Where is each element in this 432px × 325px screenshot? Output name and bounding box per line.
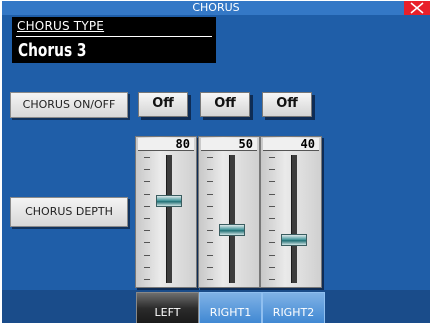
fader-tick bbox=[269, 193, 275, 195]
fader-tick bbox=[269, 169, 275, 171]
chorus-screen: CHORUS CHORUS TYPE Chorus 3 CHORUS ON/OF… bbox=[2, 1, 430, 323]
fader-tick bbox=[207, 181, 213, 183]
title-bar: CHORUS bbox=[2, 1, 430, 15]
fader-tick bbox=[207, 230, 213, 232]
fader-tick bbox=[207, 193, 213, 195]
depth-fader-right1[interactable]: 50 bbox=[198, 136, 260, 288]
fader-tick bbox=[269, 181, 275, 183]
chorus-onoff-label-button[interactable]: CHORUS ON/OFF bbox=[10, 92, 128, 118]
fader-value-left: 80 bbox=[138, 138, 194, 151]
chorus-type-box[interactable]: CHORUS TYPE Chorus 3 bbox=[12, 17, 216, 63]
fader-tick bbox=[144, 242, 150, 244]
fader-tick bbox=[207, 266, 213, 268]
fader-tick bbox=[269, 254, 275, 256]
fader-slot bbox=[166, 155, 172, 283]
fader-tick bbox=[269, 279, 275, 280]
fader-knob-right1[interactable] bbox=[219, 223, 245, 236]
fader-tick bbox=[269, 157, 275, 158]
chorus-onoff-left-button[interactable]: Off bbox=[138, 92, 188, 117]
chorus-type-divider bbox=[16, 36, 212, 37]
fader-tick bbox=[144, 230, 150, 232]
fader-slot bbox=[291, 155, 297, 283]
tab-right1[interactable]: RIGHT1 bbox=[199, 292, 262, 323]
tab-right2[interactable]: RIGHT2 bbox=[262, 292, 325, 323]
fader-value-right1: 50 bbox=[201, 138, 257, 151]
fader-tick bbox=[269, 205, 275, 207]
fader-knob-left[interactable] bbox=[156, 195, 182, 208]
fader-value-right2: 40 bbox=[263, 138, 319, 151]
fader-tick bbox=[144, 193, 150, 195]
tab-left[interactable]: LEFT bbox=[136, 292, 199, 323]
fader-tick bbox=[144, 279, 150, 280]
fader-tick bbox=[144, 181, 150, 183]
fader-tick bbox=[144, 254, 150, 256]
depth-fader-left[interactable]: 80 bbox=[135, 136, 197, 288]
fader-tick bbox=[207, 242, 213, 244]
fader-tick bbox=[144, 157, 150, 158]
fader-slot bbox=[229, 155, 235, 283]
chorus-onoff-right2-button[interactable]: Off bbox=[262, 92, 312, 117]
chorus-onoff-right1-button[interactable]: Off bbox=[200, 92, 250, 117]
chorus-type-value: Chorus 3 bbox=[18, 40, 87, 61]
fader-tick bbox=[269, 218, 275, 219]
fader-tick bbox=[144, 205, 150, 207]
fader-tick bbox=[269, 266, 275, 268]
fader-tick bbox=[144, 266, 150, 268]
fader-tick bbox=[144, 218, 150, 219]
depth-fader-right2[interactable]: 40 bbox=[260, 136, 322, 288]
chorus-type-label: CHORUS TYPE bbox=[17, 19, 105, 33]
fader-tick bbox=[144, 169, 150, 171]
fader-tick bbox=[207, 218, 213, 219]
close-button[interactable] bbox=[404, 1, 430, 15]
fader-tick bbox=[269, 230, 275, 232]
window-title: CHORUS bbox=[192, 1, 240, 14]
fader-knob-right2[interactable] bbox=[281, 233, 307, 246]
fader-tick bbox=[207, 157, 213, 158]
fader-tick bbox=[269, 242, 275, 244]
fader-tick bbox=[207, 279, 213, 280]
close-icon bbox=[410, 2, 424, 14]
fader-tick bbox=[207, 205, 213, 207]
fader-tick bbox=[207, 169, 213, 171]
fader-tick bbox=[207, 254, 213, 256]
chorus-depth-label-button[interactable]: CHORUS DEPTH bbox=[10, 197, 128, 227]
